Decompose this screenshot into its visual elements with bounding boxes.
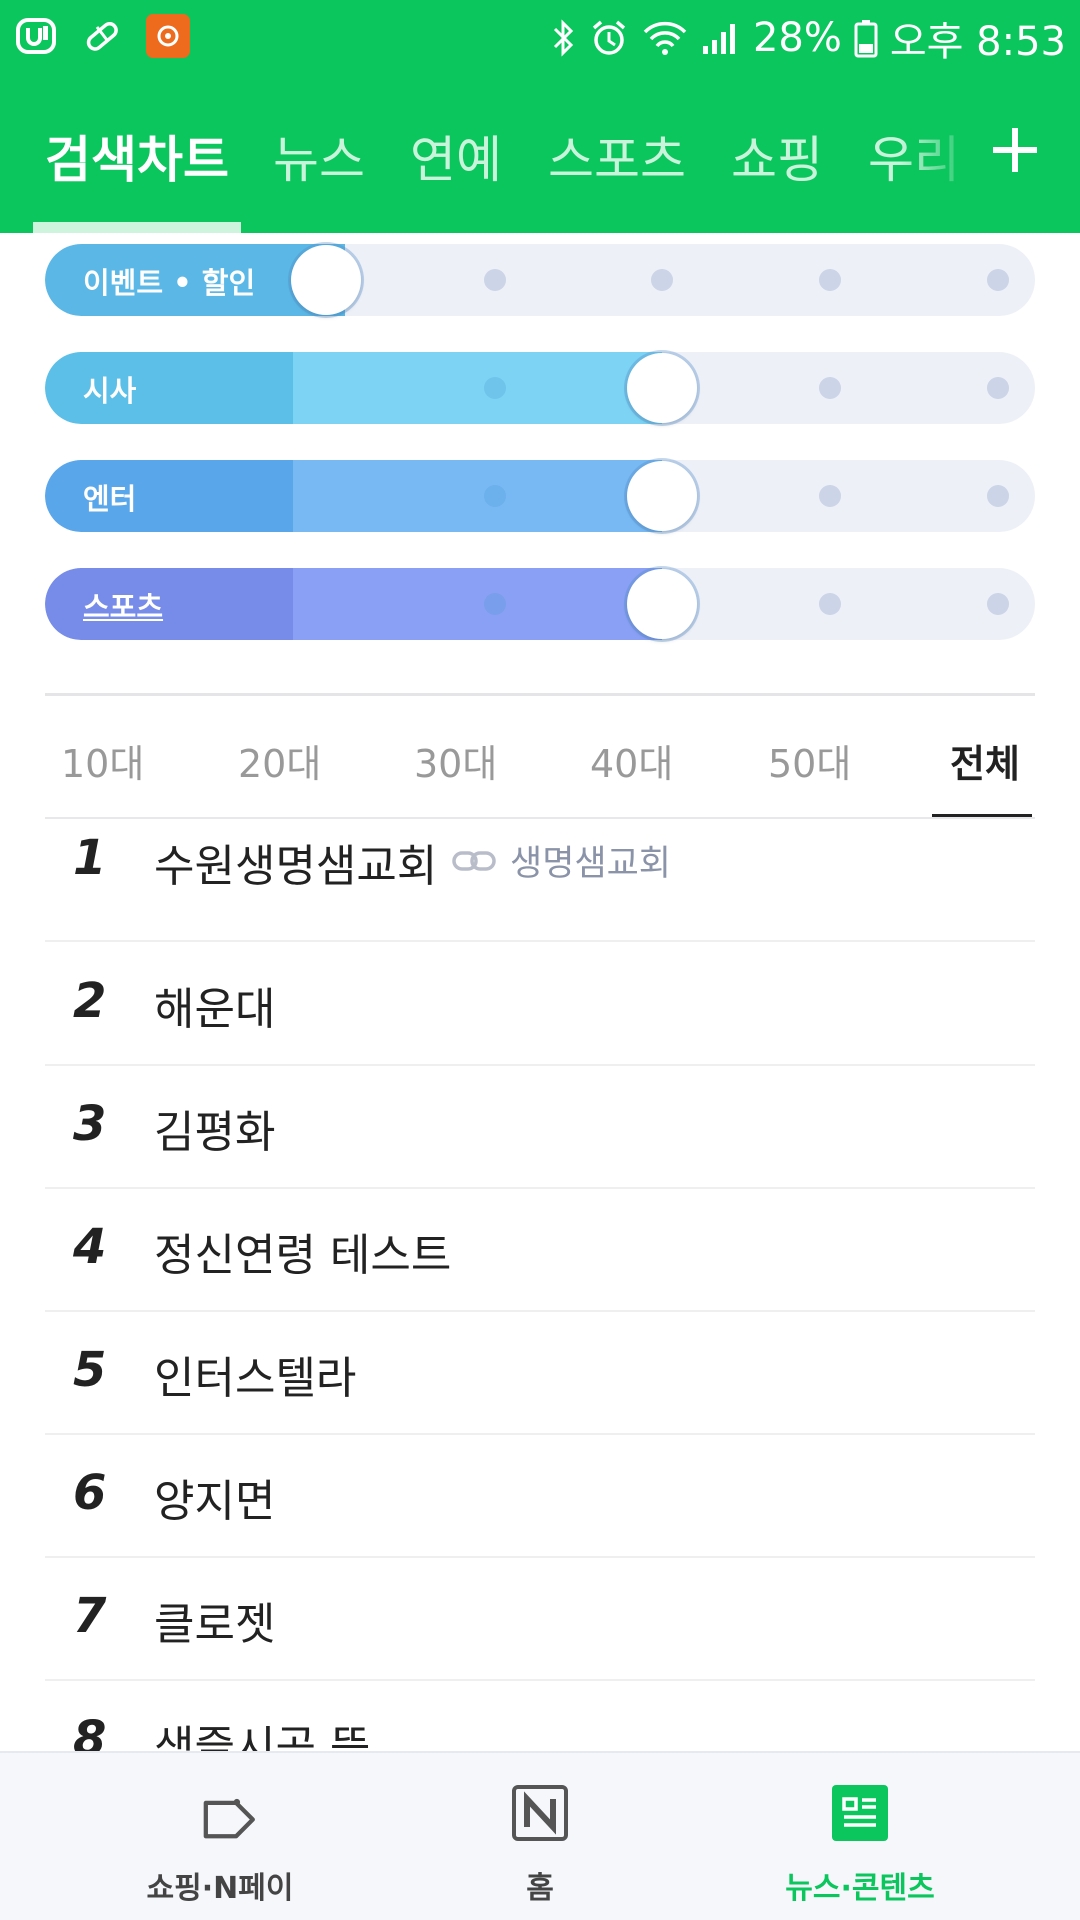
clock: 오후 8:53 — [889, 19, 1066, 65]
section-tabs: 검색차트 뉴스 연예 스포츠 쇼핑 우리 — [0, 100, 1080, 233]
keyword: 김평화 — [154, 1107, 276, 1158]
age-tab-all[interactable]: 전체 — [950, 733, 1020, 788]
nav-news-contents[interactable]: 뉴스·콘텐츠 — [680, 1753, 1040, 1920]
slider-entertainment[interactable]: 엔터 — [45, 460, 1035, 532]
slider-step-dot — [484, 593, 506, 615]
slider-handle[interactable] — [627, 461, 697, 531]
shopping-tag-icon — [203, 1798, 255, 1839]
link-icon — [452, 850, 496, 871]
ranking-row[interactable]: 4 정신연령 테스트 — [45, 1189, 1035, 1312]
age-tab-30s[interactable]: 30대 — [414, 733, 497, 788]
alarm-icon — [592, 20, 626, 55]
battery-icon — [854, 20, 878, 58]
slider-label: 시사 — [83, 374, 137, 408]
tab-shopping[interactable]: 쇼핑 — [731, 120, 823, 192]
pill-app-icon — [80, 14, 124, 58]
ranking-row[interactable]: 2 해운대 — [45, 943, 1035, 1066]
slider-step-dot — [819, 377, 841, 399]
ranking-row[interactable]: 1 수원생명샘교회 생명샘교회 — [45, 818, 1035, 942]
slider-step-dot — [819, 593, 841, 615]
keyword: 클로젯 — [154, 1599, 276, 1650]
uplus-app-icon — [14, 14, 58, 58]
wifi-icon — [643, 21, 687, 55]
age-tab-20s[interactable]: 20대 — [238, 733, 321, 788]
slider-step-dot — [987, 485, 1009, 507]
slider-label: 스포츠 — [83, 590, 164, 624]
rank-number: 5 — [73, 1342, 107, 1398]
slider-handle[interactable] — [627, 569, 697, 639]
add-tab-icon[interactable] — [985, 120, 1045, 180]
rank-number: 7 — [73, 1588, 107, 1644]
slider-step-dot — [819, 485, 841, 507]
age-tab-50s[interactable]: 50대 — [768, 733, 851, 788]
ranking-row[interactable]: 6 양지면 — [45, 1435, 1035, 1558]
slider-step-dot — [651, 269, 673, 291]
app-header: 28% 오후 8:53 검색차트 뉴스 연예 스포츠 쇼핑 우리 — [0, 0, 1080, 233]
nav-home[interactable]: 홈 — [360, 1753, 720, 1920]
slider-step-dot — [987, 377, 1009, 399]
rank-number: 6 — [73, 1465, 107, 1521]
keyword: 수원생명샘교회 — [154, 841, 438, 892]
tab-news[interactable]: 뉴스 — [273, 120, 365, 192]
battery-percent: 28% — [752, 15, 842, 61]
slider-step-dot — [484, 485, 506, 507]
tab-search-chart[interactable]: 검색차트 — [45, 120, 229, 192]
slider-step-dot — [484, 377, 506, 399]
active-tab-indicator — [33, 222, 241, 233]
related-keyword[interactable]: 생명샘교회 — [452, 835, 671, 886]
keyword: 해운대 — [154, 984, 276, 1035]
slider-step-dot — [987, 593, 1009, 615]
rank-number: 3 — [73, 1096, 107, 1152]
keyword: 인터스텔라 — [154, 1353, 357, 1404]
tab-sports[interactable]: 스포츠 — [548, 120, 686, 192]
rank-number: 2 — [73, 973, 107, 1029]
news-icon — [832, 1785, 888, 1841]
slider-step-dot — [819, 269, 841, 291]
slider-label: 엔터 — [83, 482, 137, 516]
slider-handle[interactable] — [627, 353, 697, 423]
age-tab-10s[interactable]: 10대 — [61, 733, 144, 788]
slider-handle[interactable] — [291, 245, 361, 315]
bottom-navigation: 쇼핑·N페이 홈 뉴스·콘텐츠 — [0, 1751, 1080, 1920]
rank-number: 4 — [73, 1219, 107, 1275]
nav-shopping-npay[interactable]: 쇼핑·N페이 — [40, 1753, 400, 1920]
naver-n-icon — [512, 1785, 568, 1841]
keyword: 정신연령 테스트 — [154, 1230, 452, 1281]
slider-events-discount[interactable]: 이벤트 • 할인 — [45, 244, 1035, 316]
slider-sports[interactable]: 스포츠 — [45, 568, 1035, 640]
slider-step-dot — [484, 269, 506, 291]
rank-number: 1 — [73, 830, 107, 886]
ranking-row[interactable]: 3 김평화 — [45, 1066, 1035, 1189]
slider-step-dot — [987, 269, 1009, 291]
keyword: 양지면 — [154, 1476, 276, 1527]
slider-label: 이벤트 • 할인 — [83, 266, 256, 300]
ranking-row[interactable]: 7 클로젯 — [45, 1558, 1035, 1681]
ranking-row[interactable]: 5 인터스텔라 — [45, 1312, 1035, 1435]
divider — [45, 693, 1035, 696]
orange-app-icon — [146, 14, 190, 58]
slider-current-affairs[interactable]: 시사 — [45, 352, 1035, 424]
age-tab-40s[interactable]: 40대 — [590, 733, 673, 788]
tab-entertainment[interactable]: 연예 — [410, 120, 502, 192]
signal-icon — [702, 24, 735, 54]
bluetooth-icon — [553, 19, 574, 57]
status-bar: 28% 오후 8:53 — [0, 0, 1080, 76]
